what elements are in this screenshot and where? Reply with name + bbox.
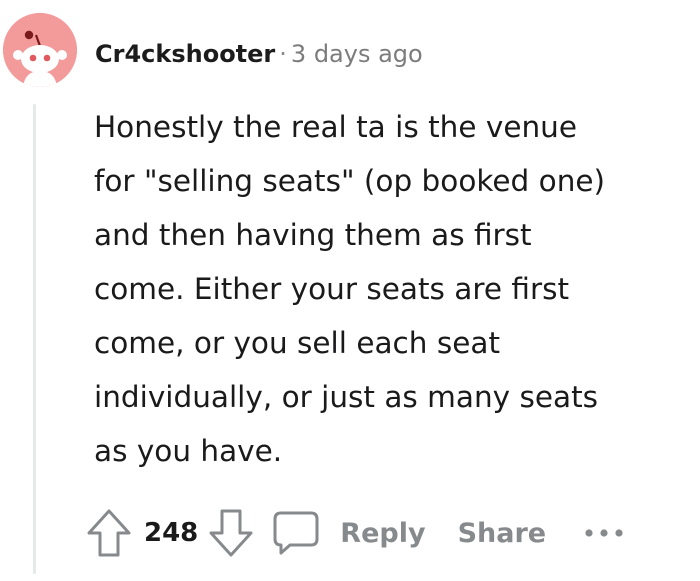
- comment-line: and then having them as first: [94, 218, 532, 252]
- comment-actions: 248 Reply Share: [86, 505, 624, 561]
- comment-line: for "selling seats" (op booked one): [94, 164, 606, 198]
- reply-button[interactable]: Reply: [272, 510, 426, 556]
- comment-body: Honestly the real ta is the venue for "s…: [94, 100, 694, 478]
- comment-meta: Cr4ckshooter · 3 days ago: [95, 34, 423, 74]
- comment-line: come, or you sell each seat: [94, 326, 501, 360]
- comment-timestamp[interactable]: 3 days ago: [291, 40, 423, 68]
- upvote-arrow-icon[interactable]: [86, 508, 132, 558]
- comment-line: individually, or just as many seats: [94, 380, 599, 414]
- downvote-arrow-icon[interactable]: [208, 508, 254, 558]
- reddit-snoo-avatar-icon: [3, 13, 77, 87]
- reply-label: Reply: [340, 517, 426, 549]
- comment-line: come. Either your seats are first: [94, 272, 570, 306]
- thread-line[interactable]: [33, 104, 36, 574]
- comment-line: Honestly the real ta is the venue: [94, 110, 578, 144]
- share-button[interactable]: Share: [458, 518, 547, 549]
- comment-line: as you have.: [94, 434, 283, 468]
- username-link[interactable]: Cr4ckshooter: [95, 40, 275, 68]
- avatar[interactable]: [3, 13, 77, 87]
- more-options-icon[interactable]: [584, 527, 624, 539]
- speech-bubble-icon: [272, 510, 320, 556]
- meta-separator: ·: [279, 40, 287, 68]
- vote-count: 248: [144, 518, 199, 548]
